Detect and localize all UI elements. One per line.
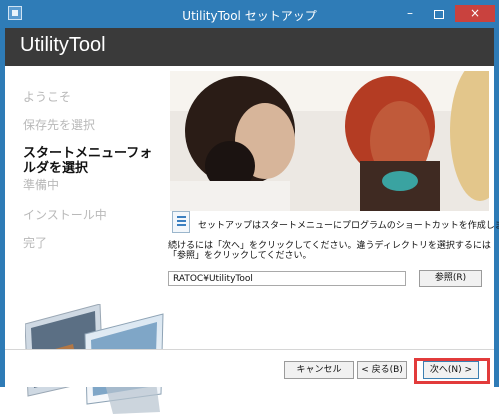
back-button[interactable]: < 戻る(B) [357,361,407,379]
start-menu-folder-input[interactable] [168,271,406,286]
minimize-button[interactable]: – [397,5,423,22]
step-welcome: ようこそ [23,90,72,104]
setup-window: UtilityTool セットアップ – × UtilityTool ようこそ … [0,0,499,414]
instruction-text: 続けるには「次へ」をクリックしてください。違うディレクトリを選択するには「参照」… [168,241,491,261]
step-sidebar: ようこそ 保存先を選択 スタートメニューフォルダを選択 準備中 インストール中 … [5,66,165,414]
step-preparing: 準備中 [23,178,60,192]
close-button[interactable]: × [455,5,495,22]
banner-photo [170,71,489,211]
step-select-destination: 保存先を選択 [23,118,96,132]
maximize-button[interactable] [426,5,452,22]
cancel-button[interactable]: キャンセル [284,361,354,379]
maximize-icon [434,10,444,19]
step-complete: 完了 [23,236,48,250]
app-name: UtilityTool [20,34,106,56]
header-bar: UtilityTool [5,28,494,66]
shortcut-icon [172,211,190,233]
step-installing: インストール中 [23,208,107,222]
next-button-highlight [414,358,490,384]
window-title: UtilityTool セットアップ [182,9,317,23]
button-bar: キャンセル < 戻る(B) 次へ(N) > [5,349,494,387]
info-message: セットアップはスタートメニューにプログラムのショートカットを作成します。 [198,221,499,231]
content-panel: セットアップはスタートメニューにプログラムのショートカットを作成します。 続ける… [165,66,499,349]
step-start-menu-folder: スタートメニューフォルダを選択 [23,146,153,176]
browse-button[interactable]: 参照(R) [419,270,482,287]
title-bar[interactable]: UtilityTool セットアップ – × [0,0,499,28]
